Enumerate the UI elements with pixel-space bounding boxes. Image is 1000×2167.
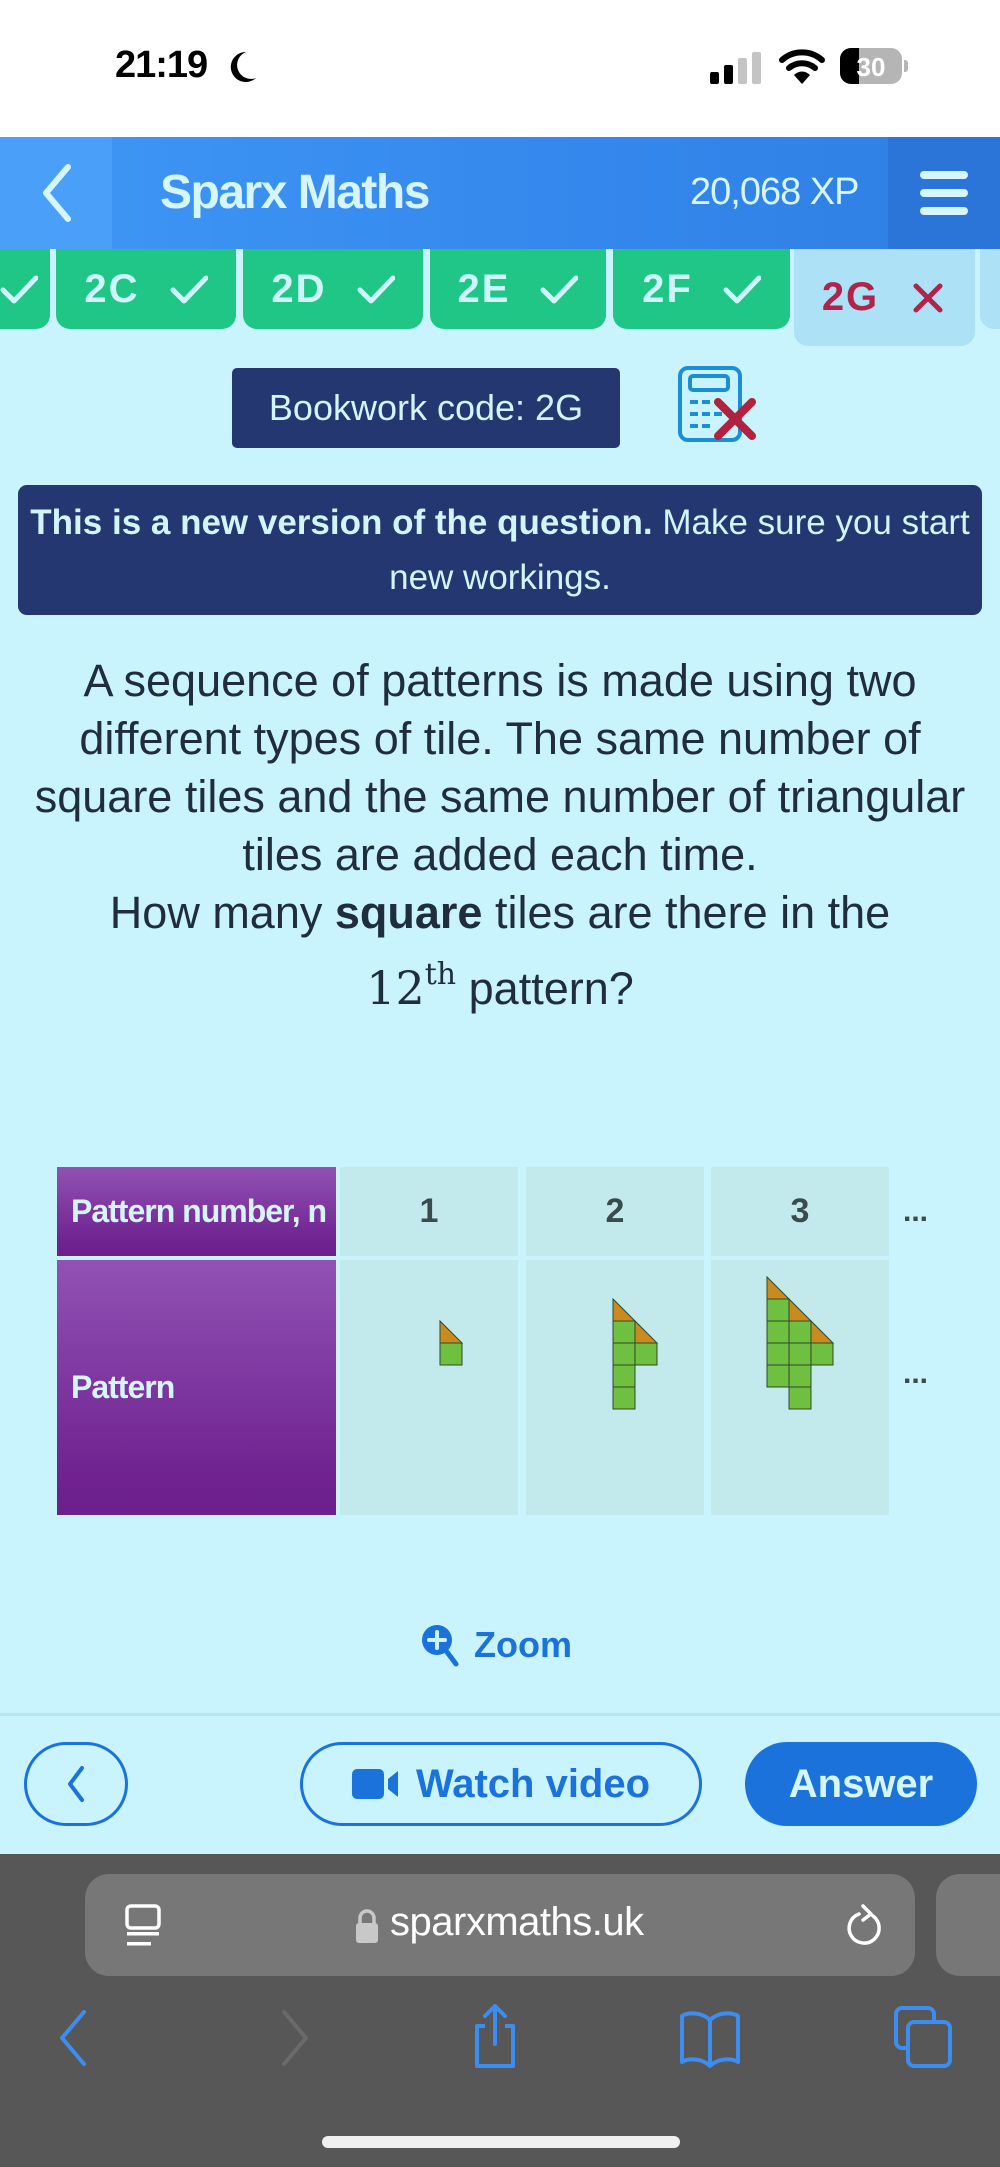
video-camera-icon xyxy=(351,1769,398,1799)
browser-back-icon[interactable] xyxy=(44,2004,104,2068)
reload-icon[interactable] xyxy=(843,1902,887,1948)
lock-icon xyxy=(356,1909,378,1943)
chevron-left-icon xyxy=(68,1766,84,1802)
question-ask-end: 12th pattern? xyxy=(366,957,634,1015)
task-tabs: 2C 2D 2E 2F 2G xyxy=(0,249,1000,349)
tab-2f[interactable]: 2F xyxy=(613,249,790,329)
notice-bold: This is a new version of the question. xyxy=(30,503,653,542)
bookmarks-icon[interactable] xyxy=(680,2004,740,2068)
tab-label: 2D xyxy=(271,266,327,311)
cellular-signal-icon xyxy=(710,52,761,84)
share-icon[interactable] xyxy=(465,2004,525,2068)
row-header-pattern: Pattern xyxy=(57,1260,336,1515)
pattern-cell-1 xyxy=(340,1260,518,1515)
next-tab-preview[interactable] xyxy=(936,1874,1000,1976)
tab-2e[interactable]: 2E xyxy=(430,249,606,329)
tab-2c[interactable]: 2C xyxy=(56,249,236,329)
check-icon xyxy=(0,275,38,304)
chevron-left-icon xyxy=(43,164,71,222)
tab-label: 2G xyxy=(821,275,880,319)
column-header-2: 2 xyxy=(526,1167,704,1256)
browser-toolbar: sparxmaths.uk xyxy=(0,1854,1000,2167)
status-time: 21:19 xyxy=(115,44,208,86)
address-bar[interactable]: sparxmaths.uk xyxy=(85,1874,915,1976)
bookwork-code: Bookwork code: 2G xyxy=(232,368,620,448)
tab-label: 2F xyxy=(642,266,693,311)
previous-button[interactable] xyxy=(24,1742,128,1826)
url-text: sparxmaths.uk xyxy=(390,1900,644,1944)
tab-2g[interactable]: 2G xyxy=(794,249,975,346)
browser-forward-icon[interactable] xyxy=(264,2004,324,2068)
tab-label: 2C xyxy=(84,266,140,311)
zoom-label: Zoom xyxy=(474,1624,572,1665)
app-header: Sparx Maths 20,068 XP xyxy=(0,137,1000,249)
header-back-button[interactable] xyxy=(0,137,112,249)
calculator-not-allowed-icon xyxy=(678,366,756,442)
tab-next[interactable] xyxy=(980,249,1000,329)
tabs-icon[interactable] xyxy=(894,2004,954,2068)
answer-button[interactable]: Answer xyxy=(745,1742,977,1826)
cross-icon xyxy=(913,283,943,312)
check-icon xyxy=(723,275,761,304)
answer-label: Answer xyxy=(788,1761,934,1806)
zoom-button[interactable]: Zoom xyxy=(420,1620,572,1670)
do-not-disturb-moon-icon xyxy=(230,51,256,82)
ordinal: 12th xyxy=(366,957,457,1015)
question-ask: How many square tiles are there in the xyxy=(109,887,891,938)
pattern-cell-3 xyxy=(711,1260,889,1515)
divider xyxy=(0,1713,1000,1716)
question-emphasis: square xyxy=(334,887,483,938)
zoom-in-icon xyxy=(422,1625,459,1667)
home-indicator xyxy=(322,2136,680,2148)
pattern-table: Pattern number, n Pattern 1 2 3 ... ... xyxy=(57,1167,957,1515)
app-title: Sparx Maths xyxy=(160,166,430,219)
new-version-notice: This is a new version of the question. M… xyxy=(18,485,982,615)
check-icon xyxy=(540,275,579,304)
xp-counter: 20,068 XP xyxy=(690,171,859,213)
row-header-pattern-number: Pattern number, n xyxy=(57,1167,336,1256)
column-header-1: 1 xyxy=(340,1167,518,1256)
question-paragraph: A sequence of patterns is made using two… xyxy=(34,655,966,880)
tab-2d[interactable]: 2D xyxy=(243,249,423,329)
check-icon xyxy=(170,275,208,304)
column-header-3: 3 xyxy=(711,1167,889,1256)
wifi-icon xyxy=(779,49,825,84)
battery-indicator: 30 xyxy=(840,48,910,84)
page-menu-icon xyxy=(125,1904,161,1946)
tab-label: 2E xyxy=(457,266,511,311)
question-text: A sequence of patterns is made using two… xyxy=(10,652,990,1018)
hamburger-menu-icon xyxy=(920,171,968,179)
pattern-cell-2 xyxy=(526,1260,704,1515)
ellipsis-pattern: ... xyxy=(903,1357,929,1390)
status-bar: 21:19 30 xyxy=(0,0,1000,137)
menu-button[interactable] xyxy=(888,137,1000,249)
battery-percent: 30 xyxy=(856,52,886,82)
ellipsis-header: ... xyxy=(903,1195,929,1228)
check-icon xyxy=(357,275,395,304)
watch-video-button[interactable]: Watch video xyxy=(300,1742,702,1826)
tab-previous[interactable] xyxy=(0,249,50,329)
watch-video-label: Watch video xyxy=(415,1761,651,1806)
